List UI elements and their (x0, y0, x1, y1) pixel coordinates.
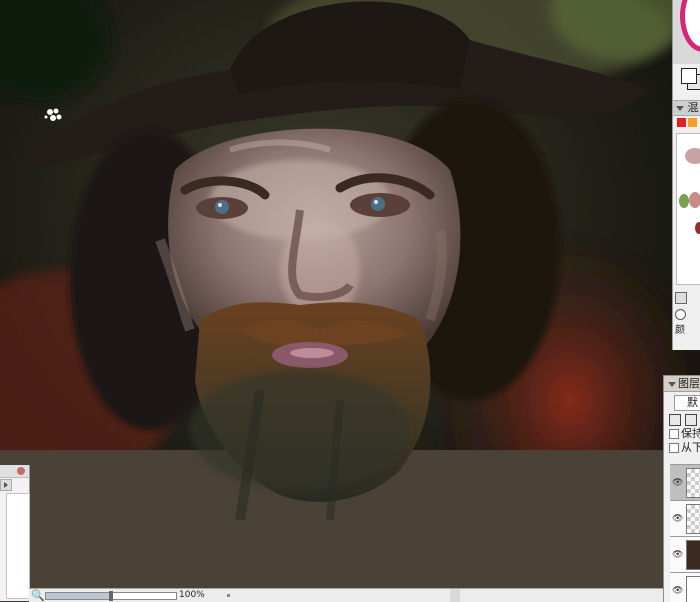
color-wheel-panel[interactable] (672, 0, 700, 64)
zoom-slider-fill (46, 593, 111, 599)
preserve-transparency-checkbox[interactable] (669, 429, 679, 439)
pick-from-below-checkbox[interactable] (669, 443, 679, 453)
scrollbar-marker[interactable] (450, 589, 460, 602)
layer-button-row (669, 414, 700, 426)
preserve-transparency-option[interactable]: 保持 (669, 428, 700, 440)
layer-thumbnail (686, 504, 700, 534)
eye-icon[interactable]: 👁 (672, 586, 683, 596)
mixer-color-red[interactable] (677, 118, 686, 127)
layer-row[interactable]: 👁 (670, 536, 700, 572)
portrait-painting (0, 0, 700, 601)
color-panel-header[interactable]: 颜 (675, 324, 700, 338)
layers-panel: 图层 默 保持 从下 👁 👁 👁 👁 (663, 375, 700, 602)
lock-icon[interactable] (685, 414, 697, 426)
eye-icon[interactable]: 👁 (672, 514, 683, 524)
paint-blob (679, 194, 689, 208)
fg-bg-colors[interactable] (681, 68, 700, 90)
color-panel-label: 颜 (675, 325, 685, 336)
paint-blob (689, 192, 700, 208)
new-layer-icon[interactable] (669, 414, 681, 426)
zoom-slider[interactable] (45, 591, 177, 601)
layer-thumbnail (686, 468, 700, 498)
layer-thumbnail (686, 540, 700, 570)
mixer-panel-header[interactable]: 混 (673, 100, 700, 116)
mixer-color-orange[interactable] (688, 118, 697, 127)
from-below-label: 从下 (681, 441, 700, 454)
brush-size-icon[interactable] (675, 308, 686, 320)
mixer-panel: 混 颜 (672, 64, 700, 350)
layer-row[interactable]: 👁 (670, 500, 700, 536)
mixer-tool-row[interactable] (675, 292, 700, 306)
close-icon[interactable] (17, 467, 25, 475)
paint-blob (695, 222, 700, 234)
brush-icon[interactable] (675, 292, 687, 304)
left-panel-content (6, 493, 30, 599)
mixer-color-chips (677, 117, 699, 130)
zoom-icon[interactable]: 🔍 (31, 589, 45, 602)
zoom-level-label: 100% (179, 590, 205, 600)
chevron-down-icon[interactable] (676, 106, 684, 111)
pick-from-below-option[interactable]: 从下 (669, 442, 700, 454)
mixer-title: 混 (687, 101, 699, 114)
mixer-size-row[interactable] (675, 308, 700, 322)
mixer-pad[interactable] (676, 133, 700, 285)
paint-blob (685, 148, 700, 164)
blend-mode-select[interactable]: 默 (674, 395, 700, 411)
zoom-slider-thumb[interactable] (109, 591, 113, 601)
layers-panel-header[interactable]: 图层 (664, 376, 700, 392)
foreground-color-swatch[interactable] (681, 68, 697, 84)
preserve-label: 保持 (681, 427, 700, 440)
painting-canvas[interactable] (0, 0, 700, 601)
layer-row[interactable]: 👁 (670, 572, 700, 602)
layer-row[interactable]: 👁 (670, 464, 700, 500)
brush-cursor-icon (42, 106, 66, 126)
layers-title: 图层 (678, 377, 700, 390)
left-tool-panel (0, 465, 30, 601)
layer-thumbnail (686, 576, 700, 602)
play-icon[interactable] (0, 479, 12, 491)
eye-icon[interactable]: 👁 (672, 550, 683, 560)
status-indicator (227, 594, 230, 597)
chevron-down-icon[interactable] (668, 381, 676, 387)
status-bar: 🔍 100% (29, 588, 663, 602)
color-wheel[interactable] (680, 0, 700, 52)
eye-icon[interactable]: 👁 (672, 478, 683, 488)
